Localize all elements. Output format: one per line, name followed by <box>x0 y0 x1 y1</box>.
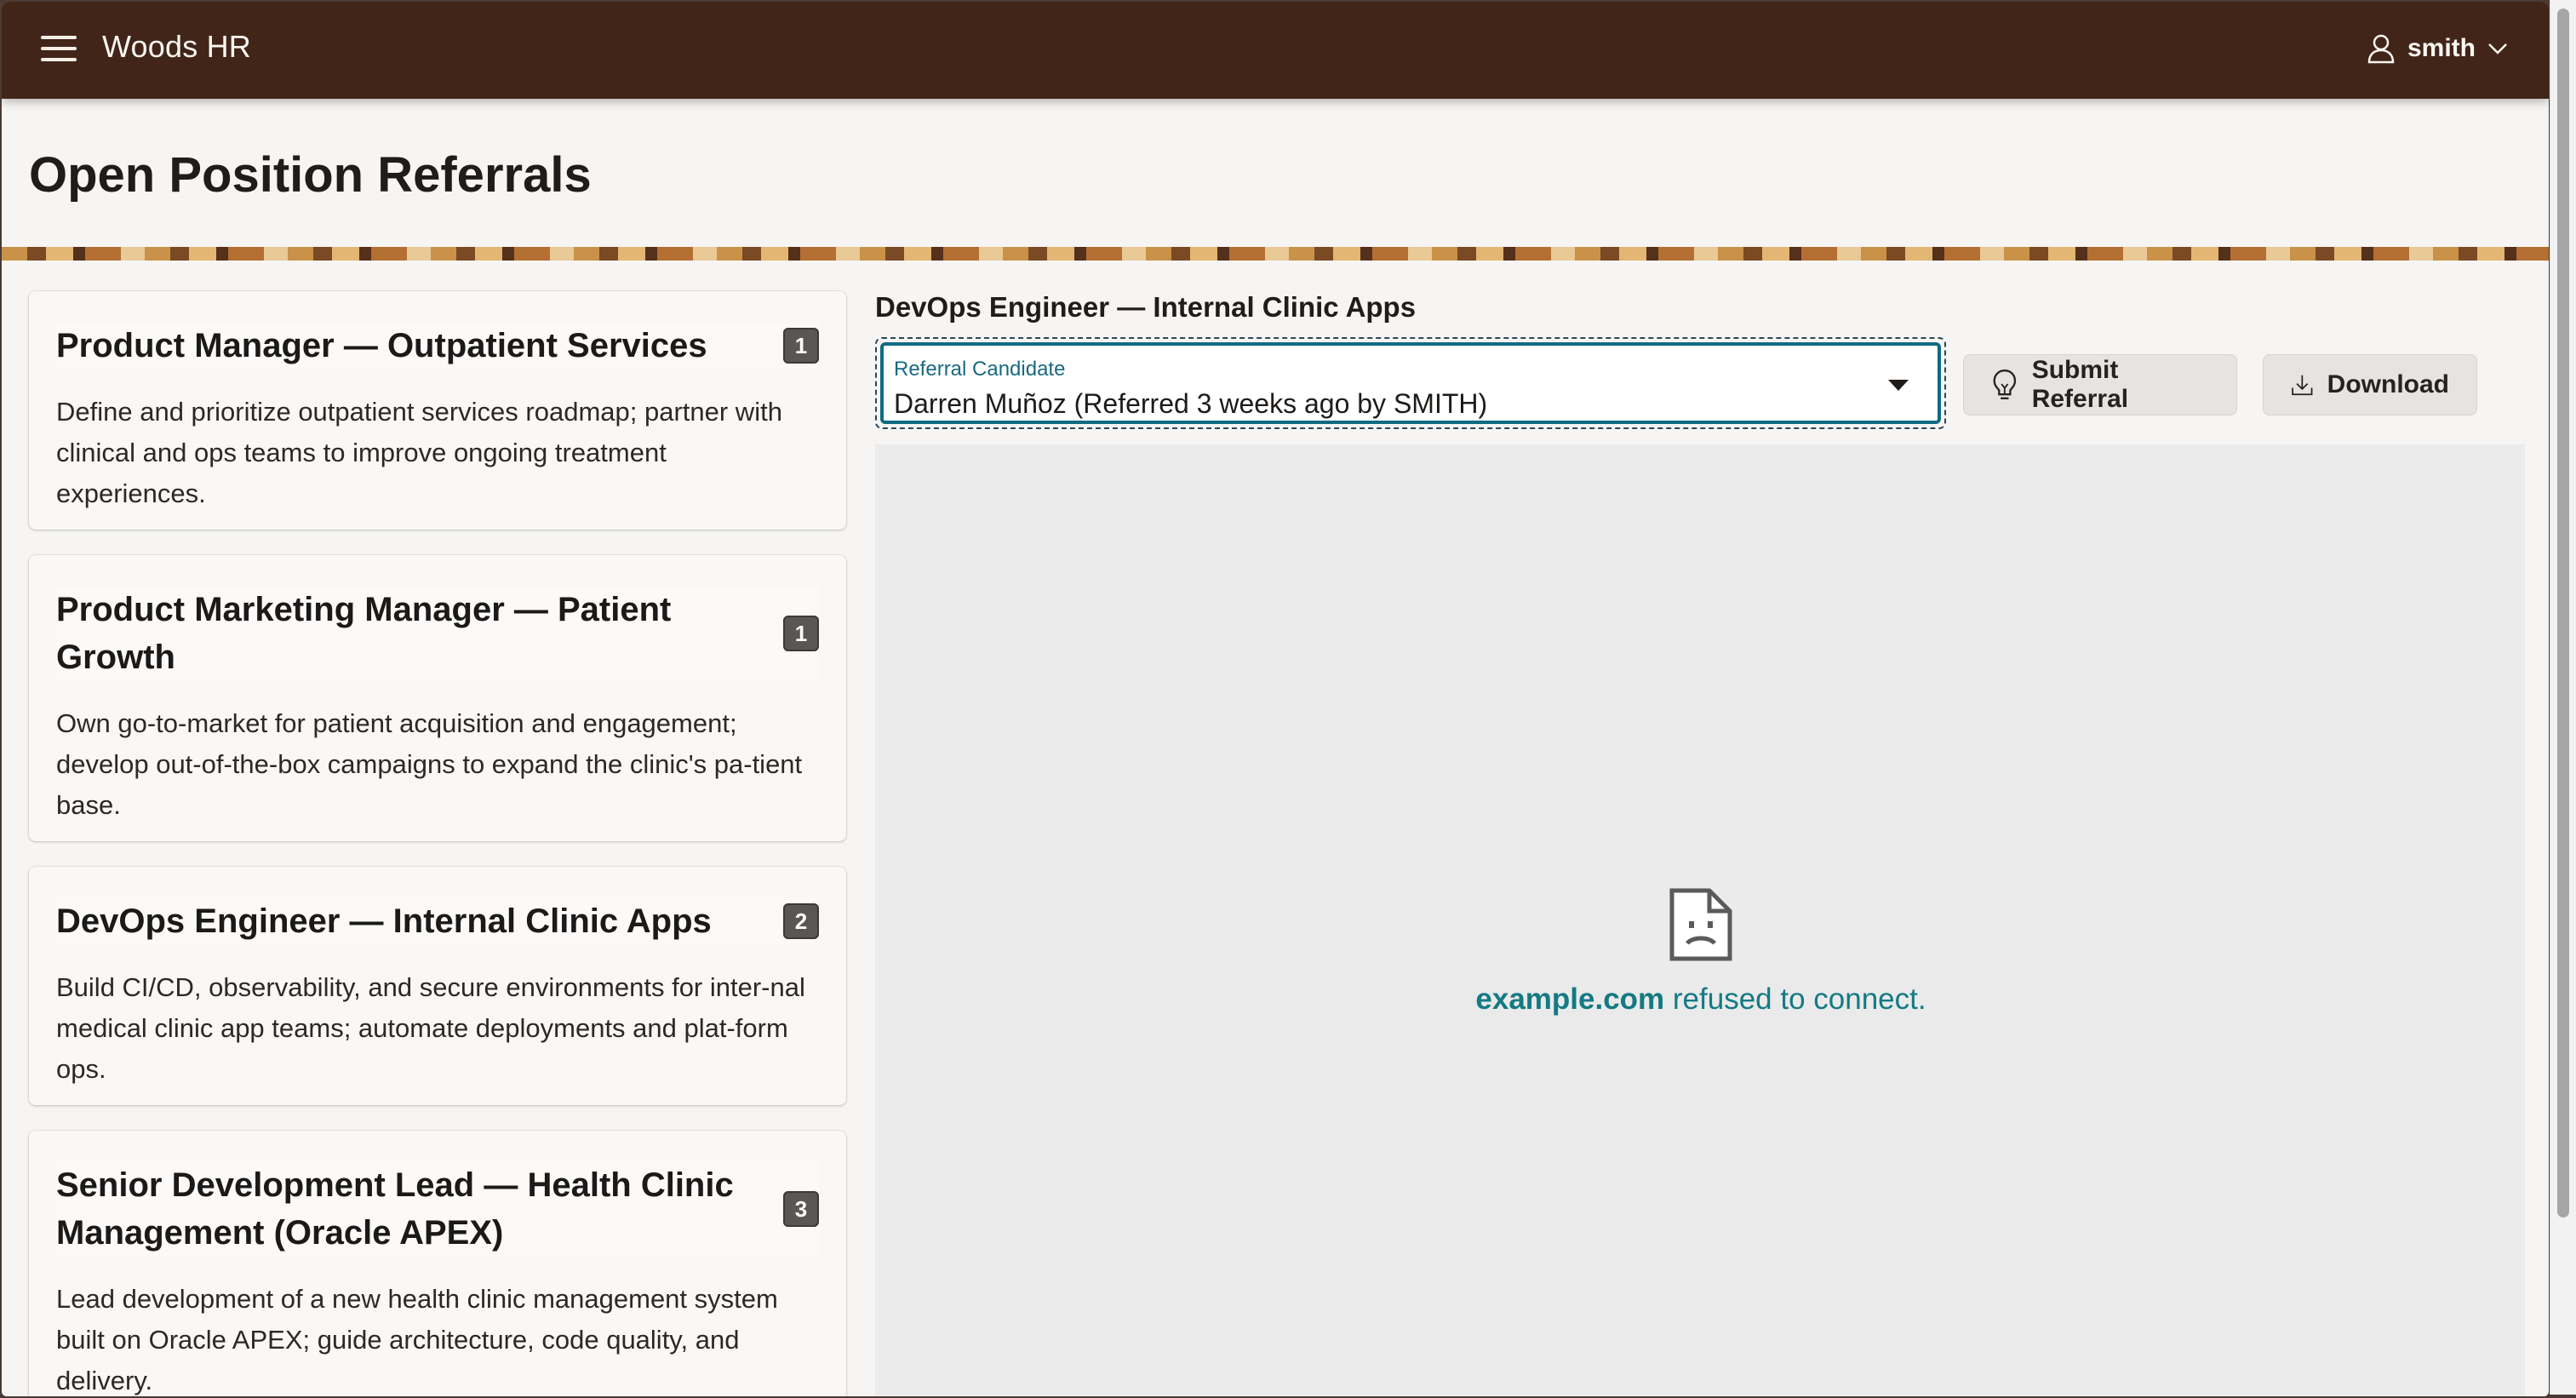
card-header: Product Marketing Manager — Patient Grow… <box>56 586 819 681</box>
decorative-banner <box>2 247 2549 261</box>
download-icon <box>2292 375 2313 396</box>
frame-error-text-box: example.com refused to connect. <box>1458 977 1943 1022</box>
referral-form-row: Referral Candidate Darren Muñoz (Referre… <box>875 337 2525 439</box>
card-header: DevOps Engineer — Internal Clinic Apps 2 <box>56 897 819 945</box>
app-title[interactable]: Woods HR <box>102 29 251 65</box>
referral-count-badge: 2 <box>783 903 819 939</box>
position-description: Own go-to-market for patient acquisition… <box>56 708 803 820</box>
position-title: DevOps Engineer — Internal Clinic Apps <box>56 902 712 940</box>
page-title: Open Position Referrals <box>29 147 592 203</box>
main-content: Product Manager — Outpatient Services 1 … <box>2 261 2549 1396</box>
referral-candidate-label: Referral Candidate <box>894 358 1066 381</box>
position-title: Senior Development Lead — Health Clinic … <box>56 1166 734 1252</box>
position-card[interactable]: DevOps Engineer — Internal Clinic Apps 2… <box>29 867 846 1105</box>
referral-count-badge: 1 <box>783 328 819 364</box>
chevron-down-icon <box>2488 43 2507 54</box>
top-navigation-bar: Woods HR smith <box>2 2 2549 99</box>
position-detail-panel: DevOps Engineer — Internal Clinic Apps R… <box>875 291 2525 1396</box>
frame-error-text: example.com refused to connect. <box>1148 977 2254 1022</box>
card-header: Product Manager — Outpatient Services 1 <box>56 322 819 370</box>
dropdown-caret-icon[interactable] <box>1888 380 1909 391</box>
referral-count-badge: 1 <box>783 616 819 651</box>
scrollbar-thumb[interactable] <box>2557 9 2569 1218</box>
download-label: Download <box>2327 370 2449 398</box>
page-header: Open Position Referrals <box>2 99 2549 250</box>
referral-candidate-select[interactable]: Referral Candidate Darren Muñoz (Referre… <box>880 342 1941 424</box>
referral-candidate-select-focus: Referral Candidate Darren Muñoz (Referre… <box>875 337 1946 429</box>
user-name: smith <box>2407 34 2476 62</box>
hamburger-icon[interactable] <box>41 36 77 61</box>
card-header: Senior Development Lead — Health Clinic … <box>56 1161 819 1257</box>
frame-error-domain: example.com <box>1475 983 1665 1016</box>
position-card[interactable]: Senior Development Lead — Health Clinic … <box>29 1131 846 1396</box>
referral-candidate-value: Darren Muñoz (Referred 3 weeks ago by SM… <box>894 388 1488 419</box>
referral-count-badge: 3 <box>783 1191 819 1227</box>
position-description: Define and prioritize outpatient service… <box>56 397 782 508</box>
user-icon <box>2367 34 2395 64</box>
submit-referral-button[interactable]: Submit Referral <box>1963 354 2237 415</box>
position-title: Product Marketing Manager — Patient Grow… <box>56 591 672 676</box>
position-title: Product Manager — Outpatient Services <box>56 327 707 364</box>
download-button[interactable]: Download <box>2263 354 2477 415</box>
position-description: Lead development of a new health clinic … <box>56 1284 778 1395</box>
app-window: Woods HR smith Open Position Referrals P… <box>2 2 2549 1396</box>
lightbulb-icon <box>1993 370 2017 400</box>
embedded-frame: example.com refused to connect. <box>875 444 2525 1396</box>
submit-referral-label: Submit Referral <box>2031 356 2129 413</box>
sad-document-icon <box>1669 888 1732 961</box>
vertical-scrollbar[interactable] <box>2550 0 2576 1395</box>
detail-title: DevOps Engineer — Internal Clinic Apps <box>875 291 1417 323</box>
position-card[interactable]: Product Marketing Manager — Patient Grow… <box>29 555 846 841</box>
position-description: Build CI/CD, observability, and secure e… <box>56 972 805 1084</box>
frame-error-message: example.com refused to connect. <box>1148 887 2254 1022</box>
user-menu[interactable]: smith <box>2367 24 2508 73</box>
position-card-list: Product Manager — Outpatient Services 1 … <box>29 291 846 1396</box>
frame-error-message-text: refused to connect. <box>1672 983 1926 1016</box>
position-card[interactable]: Product Manager — Outpatient Services 1 … <box>29 291 846 530</box>
